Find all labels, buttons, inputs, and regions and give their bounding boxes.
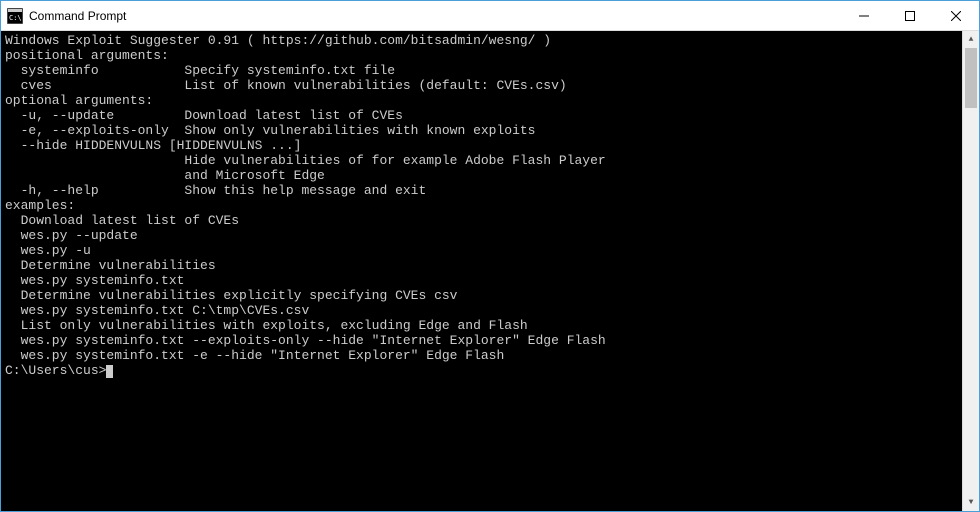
terminal-line: wes.py systeminfo.txt [5, 273, 958, 288]
window-controls [841, 1, 979, 30]
terminal-line: -e, --exploits-only Show only vulnerabil… [5, 123, 958, 138]
terminal-line: Hide vulnerabilities of for example Adob… [5, 153, 958, 168]
titlebar[interactable]: C:\ Command Prompt [1, 1, 979, 31]
terminal-line: examples: [5, 198, 958, 213]
terminal-line: wes.py --update [5, 228, 958, 243]
terminal-line: wes.py systeminfo.txt --exploits-only --… [5, 333, 958, 348]
cmd-icon: C:\ [7, 8, 23, 24]
terminal-line: List only vulnerabilities with exploits,… [5, 318, 958, 333]
terminal-line: systeminfo Specify systeminfo.txt file [5, 63, 958, 78]
terminal-line: wes.py systeminfo.txt C:\tmp\CVEs.csv [5, 303, 958, 318]
prompt-line[interactable]: C:\Users\cus> [5, 363, 958, 378]
terminal-line: cves List of known vulnerabilities (defa… [5, 78, 958, 93]
prompt-text: C:\Users\cus> [5, 363, 106, 378]
terminal-line: -u, --update Download latest list of CVE… [5, 108, 958, 123]
terminal-line: and Microsoft Edge [5, 168, 958, 183]
scroll-up-arrow[interactable]: ▲ [963, 31, 979, 48]
terminal-line: --hide HIDDENVULNS [HIDDENVULNS ...] [5, 138, 958, 153]
terminal-line: wes.py systeminfo.txt -e --hide "Interne… [5, 348, 958, 363]
terminal-line: -h, --help Show this help message and ex… [5, 183, 958, 198]
window-title: Command Prompt [29, 9, 841, 23]
terminal-line: Download latest list of CVEs [5, 213, 958, 228]
terminal-line: Windows Exploit Suggester 0.91 ( https:/… [5, 33, 958, 48]
terminal-line: positional arguments: [5, 48, 958, 63]
cursor [106, 365, 113, 378]
svg-text:C:\: C:\ [9, 14, 22, 22]
maximize-button[interactable] [887, 1, 933, 30]
scrollbar[interactable]: ▲ ▼ [962, 31, 979, 511]
close-button[interactable] [933, 1, 979, 30]
terminal-wrap: Windows Exploit Suggester 0.91 ( https:/… [1, 31, 979, 511]
scroll-thumb[interactable] [965, 48, 977, 108]
terminal[interactable]: Windows Exploit Suggester 0.91 ( https:/… [1, 31, 962, 511]
scroll-down-arrow[interactable]: ▼ [963, 494, 979, 511]
terminal-line: Determine vulnerabilities explicitly spe… [5, 288, 958, 303]
terminal-line: Determine vulnerabilities [5, 258, 958, 273]
minimize-button[interactable] [841, 1, 887, 30]
terminal-line: optional arguments: [5, 93, 958, 108]
terminal-line: wes.py -u [5, 243, 958, 258]
